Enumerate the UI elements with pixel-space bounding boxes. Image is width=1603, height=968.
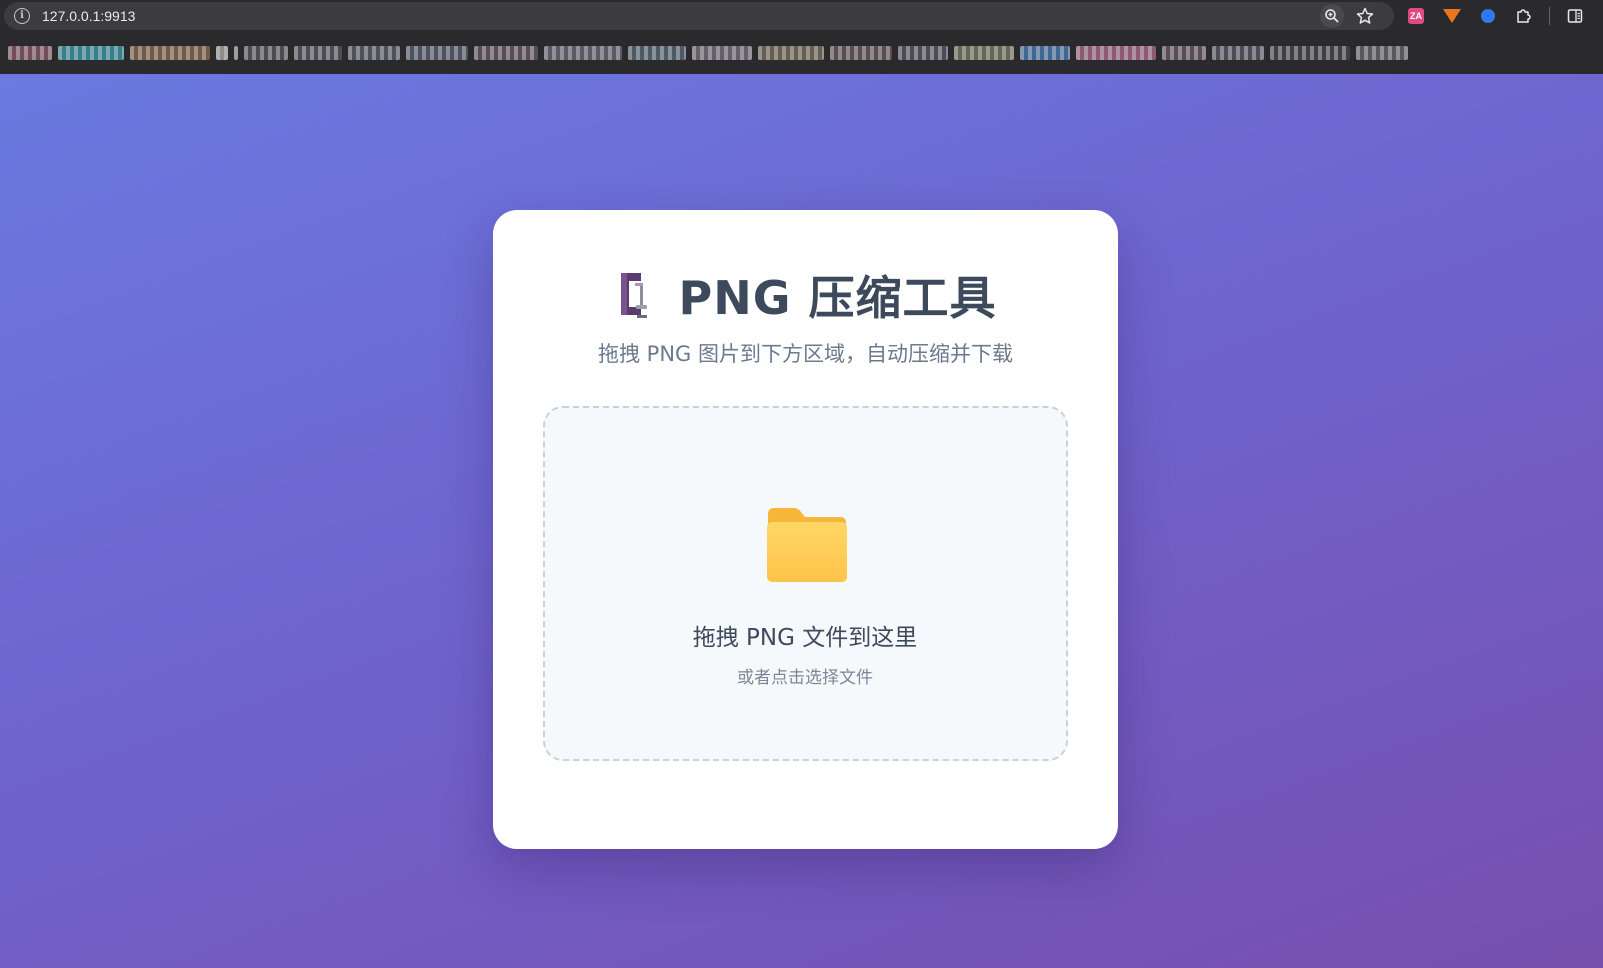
bookmark-item[interactable] [1162, 46, 1206, 60]
compressor-card: PNG 压缩工具 拖拽 PNG 图片到下方区域，自动压缩并下载 拖拽 PNG 文… [493, 210, 1118, 849]
bookmark-item[interactable] [1020, 46, 1070, 60]
url-text[interactable]: 127.0.0.1:9913 [42, 8, 135, 24]
bookmark-item[interactable] [898, 46, 948, 60]
blue-dot-extension-icon[interactable] [1477, 5, 1499, 27]
bookmark-item[interactable] [348, 46, 400, 60]
bookmark-item[interactable] [130, 46, 210, 60]
file-dropzone[interactable]: 拖拽 PNG 文件到这里 或者点击选择文件 [543, 406, 1068, 761]
bookmarks-bar [0, 40, 1603, 66]
bookmark-item[interactable] [830, 46, 892, 60]
toolbar-divider [1549, 7, 1550, 25]
page-background: PNG 压缩工具 拖拽 PNG 图片到下方区域，自动压缩并下载 拖拽 PNG 文… [0, 74, 1603, 968]
bookmark-item[interactable] [234, 46, 238, 60]
side-panel-icon[interactable] [1564, 5, 1586, 27]
extensions-puzzle-icon[interactable] [1513, 5, 1535, 27]
bookmark-star-icon[interactable] [1354, 5, 1376, 27]
bookmark-item[interactable] [758, 46, 824, 60]
extension-toolbar: ZA [1405, 3, 1586, 29]
bookmark-item[interactable] [1356, 46, 1408, 60]
page-subtitle: 拖拽 PNG 图片到下方区域，自动压缩并下载 [598, 342, 1013, 366]
dropzone-title: 拖拽 PNG 文件到这里 [692, 625, 918, 651]
fox-extension-icon[interactable] [1441, 5, 1463, 27]
bookmark-item[interactable] [1076, 46, 1156, 60]
site-info-icon[interactable]: i [14, 8, 30, 24]
choose-file-link[interactable]: 或者点击选择文件 [545, 663, 1065, 688]
bookmark-item[interactable] [58, 46, 124, 60]
bookmark-item[interactable] [1270, 46, 1350, 60]
bookmark-item[interactable] [244, 46, 288, 60]
browser-chrome: i 127.0.0.1:9913 ZA [0, 0, 1603, 74]
bookmark-item[interactable] [8, 46, 52, 60]
page-title: PNG 压缩工具 [678, 271, 997, 325]
clamp-icon [620, 273, 647, 318]
bookmark-item[interactable] [628, 46, 686, 60]
bookmark-item[interactable] [474, 46, 538, 60]
zoom-icon[interactable] [1320, 4, 1344, 28]
bookmark-item[interactable] [692, 46, 752, 60]
translate-extension-icon[interactable]: ZA [1405, 5, 1427, 27]
address-bar-actions [1320, 4, 1376, 28]
bookmark-item[interactable] [1212, 46, 1264, 60]
bookmark-item[interactable] [216, 46, 228, 60]
title-row: PNG 压缩工具 [493, 264, 1118, 326]
address-bar[interactable]: i 127.0.0.1:9913 [4, 2, 1394, 30]
bookmark-item[interactable] [544, 46, 622, 60]
bookmark-item[interactable] [294, 46, 342, 60]
folder-icon [767, 508, 847, 582]
bookmark-item[interactable] [954, 46, 1014, 60]
bookmark-item[interactable] [406, 46, 468, 60]
